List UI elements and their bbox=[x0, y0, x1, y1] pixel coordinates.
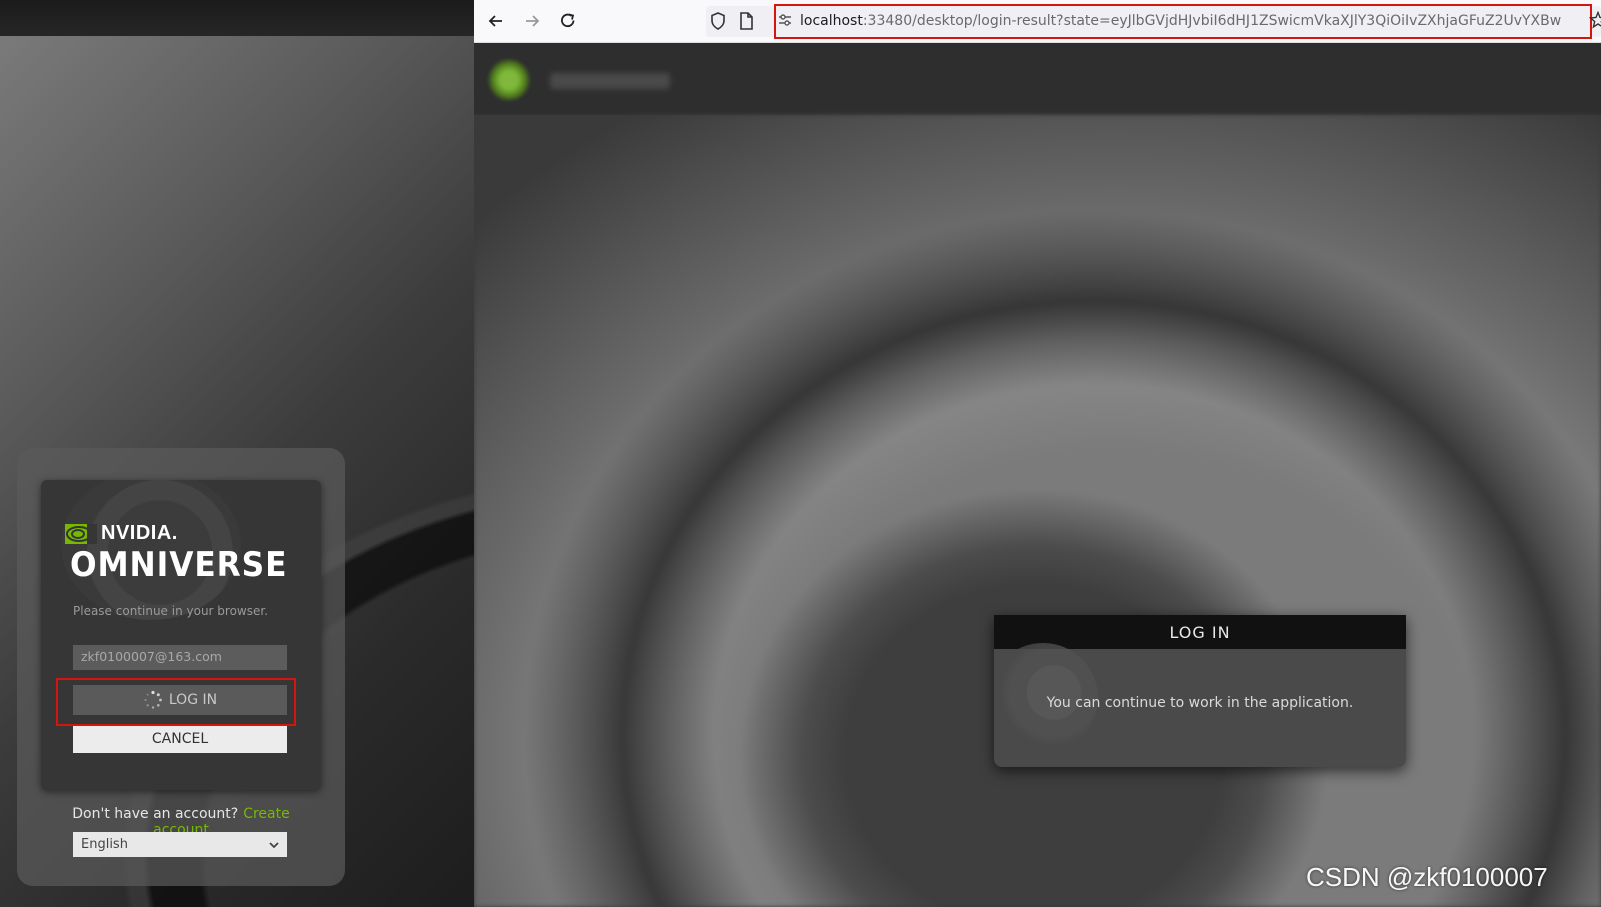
app-header bbox=[474, 43, 1601, 115]
launcher-window: NVIDIA. OMNIVERSE Please continue in you… bbox=[0, 0, 474, 907]
shield-icon[interactable] bbox=[708, 11, 728, 31]
permissions-icon[interactable] bbox=[778, 13, 792, 27]
forward-icon[interactable] bbox=[522, 11, 542, 31]
app-name-blurred bbox=[550, 73, 670, 89]
continue-hint: Please continue in your browser. bbox=[73, 604, 269, 618]
product-title: OMNIVERSE bbox=[70, 545, 288, 585]
language-selected-value: English bbox=[81, 837, 128, 852]
omniverse-logo-icon bbox=[488, 59, 530, 101]
url-text[interactable]: localhost:33480/desktop/login-result?sta… bbox=[800, 13, 1590, 33]
language-select[interactable]: English bbox=[73, 832, 287, 857]
nvidia-eye-icon bbox=[65, 523, 97, 544]
email-field[interactable]: zkf0100007@163.com bbox=[73, 645, 287, 670]
login-card: NVIDIA. OMNIVERSE Please continue in you… bbox=[17, 448, 345, 886]
page-icon[interactable] bbox=[736, 11, 756, 31]
back-icon[interactable] bbox=[486, 11, 506, 31]
login-result-dialog: LOG IN You can continue to work in the a… bbox=[994, 615, 1406, 767]
dialog-message: You can continue to work in the applicat… bbox=[1046, 695, 1354, 711]
browser-window: localhost:33480/desktop/login-result?sta… bbox=[474, 0, 1601, 907]
chevron-down-icon bbox=[269, 841, 279, 848]
star-icon[interactable] bbox=[1589, 11, 1601, 29]
login-panel: NVIDIA. OMNIVERSE Please continue in you… bbox=[41, 480, 321, 790]
launcher-titlebar bbox=[0, 0, 474, 36]
nvidia-logo: NVIDIA. bbox=[65, 522, 178, 545]
app-background bbox=[474, 115, 1601, 907]
login-button-highlight bbox=[56, 678, 296, 726]
cancel-button[interactable]: CANCEL bbox=[73, 724, 287, 753]
browser-toolbar: localhost:33480/desktop/login-result?sta… bbox=[474, 0, 1601, 43]
reload-icon[interactable] bbox=[558, 11, 578, 31]
url-path: :33480/desktop/login-result?state=eyJlbG… bbox=[862, 13, 1562, 29]
no-account-text: Don't have an account? bbox=[72, 806, 239, 822]
watermark: CSDN @zkf0100007 bbox=[1306, 862, 1548, 892]
nvidia-wordmark: NVIDIA. bbox=[101, 522, 178, 544]
url-host: localhost bbox=[800, 13, 863, 29]
